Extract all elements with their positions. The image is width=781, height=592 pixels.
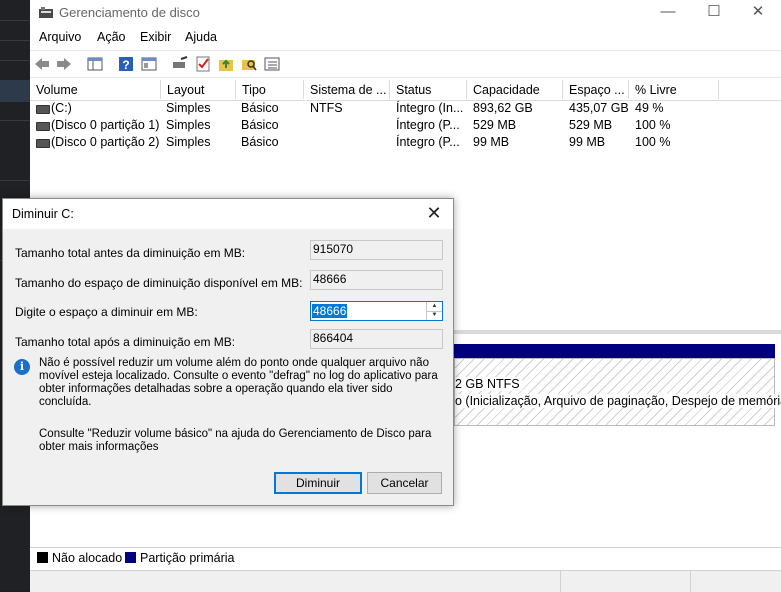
cell-tipo: Básico [241,135,279,149]
total-before-label: Tamanho total antes da diminuição em MB: [15,246,246,260]
cell-tipo: Básico [241,101,279,115]
legend-swatch-unallocated [37,552,48,563]
col-layout[interactable]: Layout [161,80,236,99]
total-before-value: 915070 [310,240,443,260]
cell-livre: 100 % [635,135,671,149]
window-title: Gerenciamento de disco [59,5,200,20]
menu-bar: Arquivo Ação Exibir Ajuda [30,27,781,49]
console-tree-icon[interactable] [86,55,104,73]
shrink-amount-stepper[interactable]: 48666 ▲ ▼ [310,301,443,321]
table-header: Volume Layout Tipo Sistema de ... Status… [30,80,781,101]
col-volume[interactable]: Volume [30,80,161,99]
info-message: Não é possível reduzir um volume além do… [39,357,438,408]
cancel-button[interactable]: Cancelar [367,472,442,494]
partition-size-label: 2 GB NTFS [455,377,522,391]
cell-layout: Simples [166,101,211,115]
legend-label-unallocated: Não alocado [52,551,123,565]
cell-espaco: 529 MB [569,118,613,132]
cell-status: Íntegro (P... [396,135,460,149]
menu-acao[interactable]: Ação [97,30,126,44]
folder-up-icon[interactable] [217,55,235,73]
legend-label-primary: Partição primária [140,551,235,565]
cell-capacidade: 893,62 GB [473,101,533,115]
cell-espaco: 435,07 GB [569,101,629,115]
cell-layout: Simples [166,135,211,149]
cell-livre: 100 % [635,118,671,132]
col-livre[interactable]: % Livre [629,80,719,99]
cell-volume: (Disco 0 partição 2) [51,135,160,149]
partition-status-label: o (Inicialização, Arquivo de paginação, … [455,394,781,408]
cell-capacidade: 529 MB [473,118,517,132]
cell-volume: (C:) [51,101,72,115]
total-after-value: 866404 [310,329,443,349]
toolbar: ? [30,50,781,78]
col-sistema[interactable]: Sistema de ... [304,80,390,99]
col-status[interactable]: Status [390,80,467,99]
minimize-button[interactable]: — [645,0,691,26]
table-row[interactable]: (Disco 0 partição 1) Simples Básico Ínte… [30,117,781,134]
svg-text:?: ? [122,58,129,72]
menu-exibir[interactable]: Exibir [140,30,171,44]
cell-fs: NTFS [310,101,343,115]
cell-volume: (Disco 0 partição 1) [51,118,160,132]
stepper-arrows: ▲ ▼ [426,302,442,320]
volume-icon [36,105,50,114]
help-icon[interactable]: ? [117,55,135,73]
back-arrow-icon[interactable] [33,55,51,73]
list-view-icon[interactable] [263,55,281,73]
dialog-close-button[interactable]: ✕ [421,202,447,226]
shrink-amount-label: Digite o espaço a diminuir em MB: [15,305,198,319]
menu-arquivo[interactable]: Arquivo [39,30,81,44]
total-after-label: Tamanho total após a diminuição em MB: [15,335,236,349]
cell-tipo: Básico [241,118,279,132]
col-espaco[interactable]: Espaço ... [563,80,629,99]
search-folder-icon[interactable] [240,55,258,73]
dialog-title: Diminuir C: [12,207,74,221]
table-row[interactable]: (C:) Simples Básico NTFS Íntegro (In... … [30,100,781,117]
disk-management-icon [39,7,53,18]
col-tipo[interactable]: Tipo [236,80,304,99]
title-bar: Gerenciamento de disco — ☐ ✕ [30,0,781,26]
legend: Não alocado Partição primária [30,547,781,568]
volume-icon [36,122,50,131]
status-bar [30,570,781,592]
shrink-amount-input[interactable]: 48666 [312,304,348,318]
cell-status: Íntegro (In... [396,101,464,115]
checklist-icon[interactable] [194,55,212,73]
cell-status: Íntegro (P... [396,118,460,132]
cell-capacidade: 99 MB [473,135,510,149]
legend-swatch-primary [125,552,136,563]
dialog-title-bar: Diminuir C: ✕ [3,199,453,229]
properties-icon[interactable] [140,55,158,73]
menu-ajuda[interactable]: Ajuda [185,30,217,44]
info-icon: i [14,359,30,375]
cell-espaco: 99 MB [569,135,606,149]
cell-livre: 49 % [635,101,664,115]
col-capacidade[interactable]: Capacidade [467,80,563,99]
partition-c-block[interactable]: 2 GB NTFS o (Inicialização, Arquivo de p… [454,358,781,426]
available-shrink-label: Tamanho do espaço de diminuição disponív… [15,276,303,290]
maximize-button[interactable]: ☐ [691,0,737,26]
shrink-button[interactable]: Diminuir [274,472,362,494]
stepper-down-icon[interactable]: ▼ [427,311,442,320]
close-window-button[interactable]: ✕ [735,0,781,26]
forward-arrow-icon[interactable] [55,55,73,73]
help-message: Consulte "Reduzir volume básico" na ajud… [39,428,432,453]
table-row[interactable]: (Disco 0 partição 2) Simples Básico Ínte… [30,134,781,151]
cell-layout: Simples [166,118,211,132]
partition-header-bar [454,344,775,358]
connect-disk-icon[interactable] [171,55,189,73]
shrink-dialog: Diminuir C: ✕ Tamanho total antes da dim… [2,198,454,506]
available-shrink-value: 48666 [310,270,443,290]
volume-icon [36,139,50,148]
